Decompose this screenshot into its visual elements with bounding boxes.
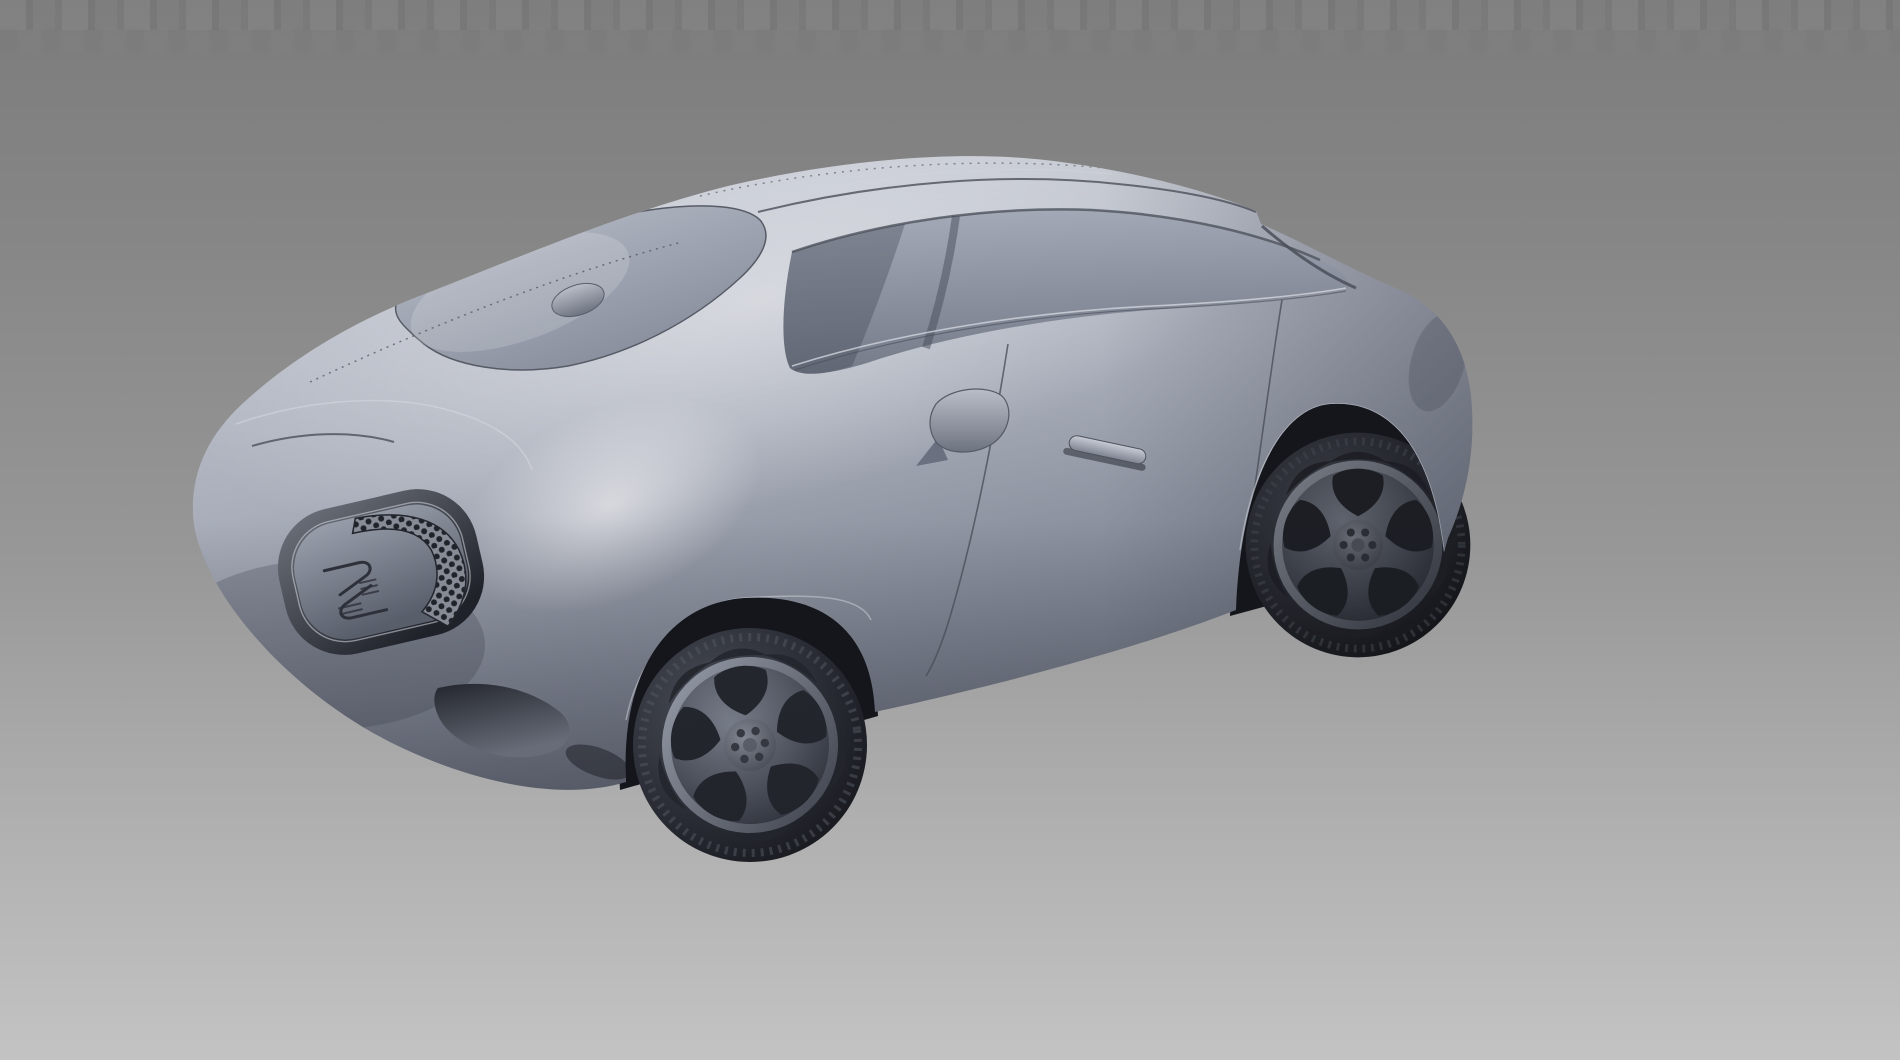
car-render-layer (0, 0, 1900, 1060)
cad-3d-viewport[interactable] (0, 0, 1900, 1060)
car-3d-model[interactable] (149, 0, 1485, 900)
bumper-corner-crease (240, 640, 252, 716)
